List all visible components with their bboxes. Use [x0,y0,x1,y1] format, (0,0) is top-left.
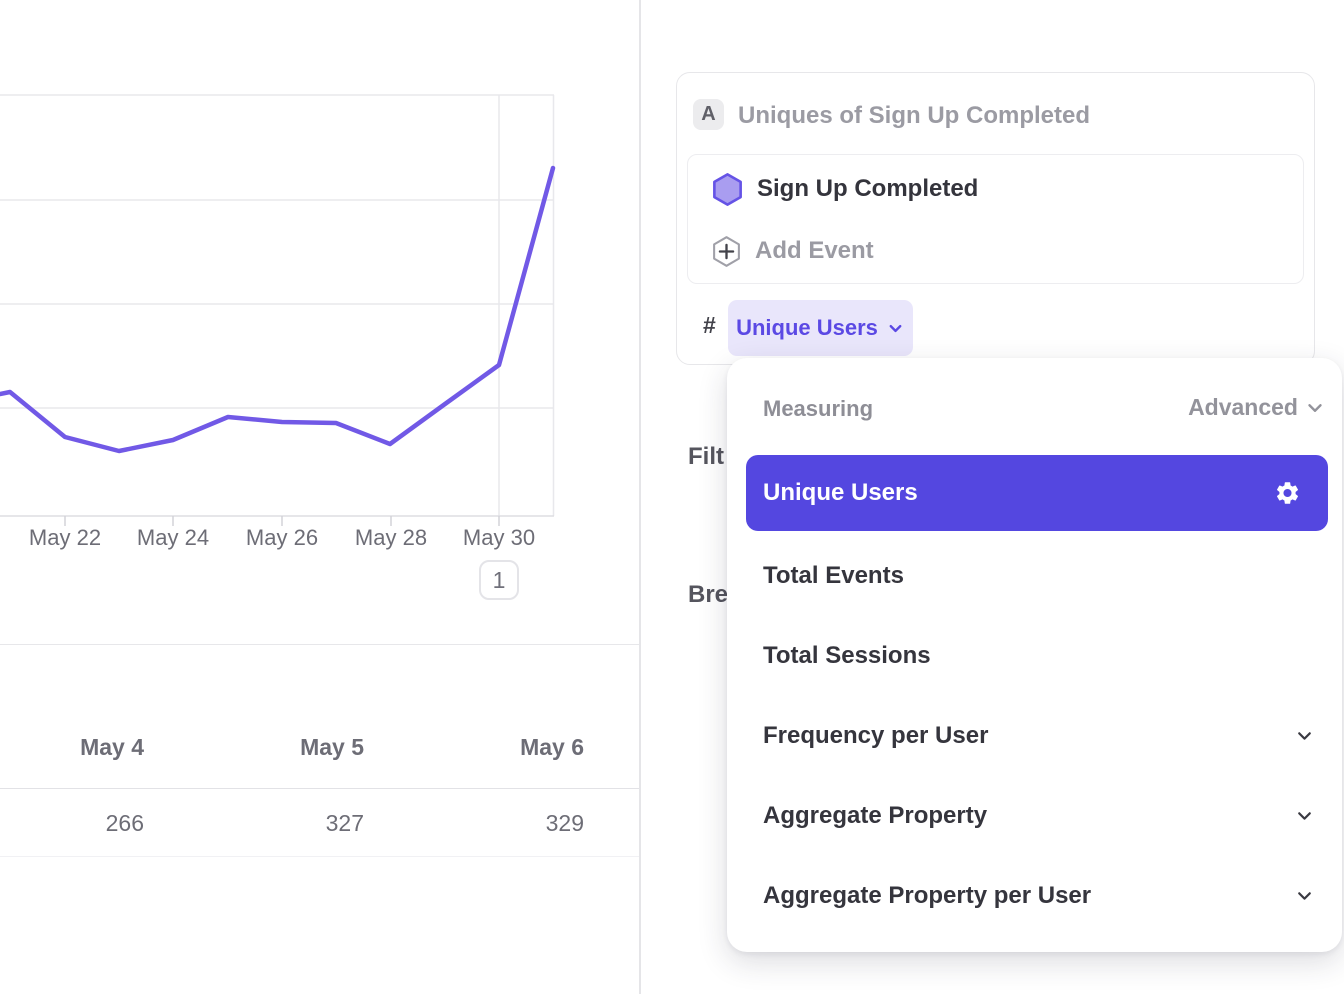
event-hexagon-icon [710,171,745,208]
measuring-label: Measuring [763,396,873,422]
chevron-down-icon [886,319,905,338]
table-value-row: 266327329 [0,810,584,837]
chevron-down-icon [1294,726,1315,747]
menu-item-total-events[interactable]: Total Events [727,536,1342,616]
breakdown-section-label: Bre [688,581,728,609]
event-name-label: Sign Up Completed [757,175,978,203]
measuring-menu-items: Unique Users Total Events Total Sessions Fr… [727,455,1342,936]
query-title: Uniques of Sign Up Completed [738,102,1090,130]
event-row-sign-up-completed[interactable]: Sign Up Completed [688,157,1303,221]
table-value-cell: 329 [364,810,584,837]
chevron-down-icon [1294,806,1315,827]
query-builder-card: A Uniques of Sign Up Completed Sign Up C… [676,72,1315,365]
table-value-cell: 266 [0,810,144,837]
metric-prefix-hash: # [703,312,716,339]
measuring-menu-header: Measuring Advanced [727,358,1342,455]
menu-item-unique-users[interactable]: Unique Users [746,455,1328,531]
menu-item-aggregate-property-per-user[interactable]: Aggregate Property per User [727,856,1342,936]
measuring-dropdown-menu: Measuring Advanced Unique Users Total Eve… [727,358,1342,952]
menu-item-label: Total Events [763,562,904,590]
table-header-cell: May 4 [0,734,144,761]
menu-item-label: Unique Users [763,479,918,507]
table-header-row: May 4May 5May 6 [0,734,584,761]
add-event-hexagon-plus-icon [710,234,743,269]
chevron-down-icon [1294,886,1315,907]
x-axis-tick-label: May 30 [463,525,535,550]
table-top-divider [0,644,639,645]
line-chart-canvas: May 22 May 24 May 26 May 28 May 30 [0,0,639,620]
menu-item-label: Aggregate Property per User [763,882,1091,910]
table-value-cell: 327 [144,810,364,837]
filter-section-label: Filt [688,443,724,471]
add-event-label: Add Event [755,237,874,265]
table-header-divider [0,788,639,789]
pane-divider [639,0,641,994]
menu-item-label: Total Sessions [763,642,931,670]
menu-item-total-sessions[interactable]: Total Sessions [727,616,1342,696]
measuring-mode-selector[interactable]: Advanced [1188,394,1326,421]
menu-item-frequency-per-user[interactable]: Frequency per User [727,696,1342,776]
x-axis-tick-label: May 24 [137,525,209,550]
x-axis-tick-label: May 26 [246,525,318,550]
event-card: Sign Up Completed Add Event [687,154,1304,284]
gear-icon[interactable] [1274,480,1301,507]
metric-selector-chip[interactable]: Unique Users [728,300,913,356]
table-bottom-divider [0,856,639,857]
metric-selector-label: Unique Users [736,315,878,341]
menu-item-aggregate-property[interactable]: Aggregate Property [727,776,1342,856]
line-chart: May 22 May 24 May 26 May 28 May 30 1 [0,0,639,620]
menu-item-label: Aggregate Property [763,802,987,830]
insights-report-view: May 22May 24May 26May 28May 30 1 May 4Ma… [0,0,1344,994]
menu-item-label: Frequency per User [763,722,988,750]
measuring-mode-label: Advanced [1188,394,1298,421]
series-letter-badge[interactable]: A [693,99,724,130]
table-header-cell: May 6 [364,734,584,761]
x-axis-tick-label: May 22 [29,525,101,550]
pagination-page-button[interactable]: 1 [479,560,519,600]
add-event-button[interactable]: Add Event [688,219,1303,283]
table-header-cell: May 5 [144,734,364,761]
x-axis-tick-label: May 28 [355,525,427,550]
chevron-down-icon [1304,397,1326,419]
